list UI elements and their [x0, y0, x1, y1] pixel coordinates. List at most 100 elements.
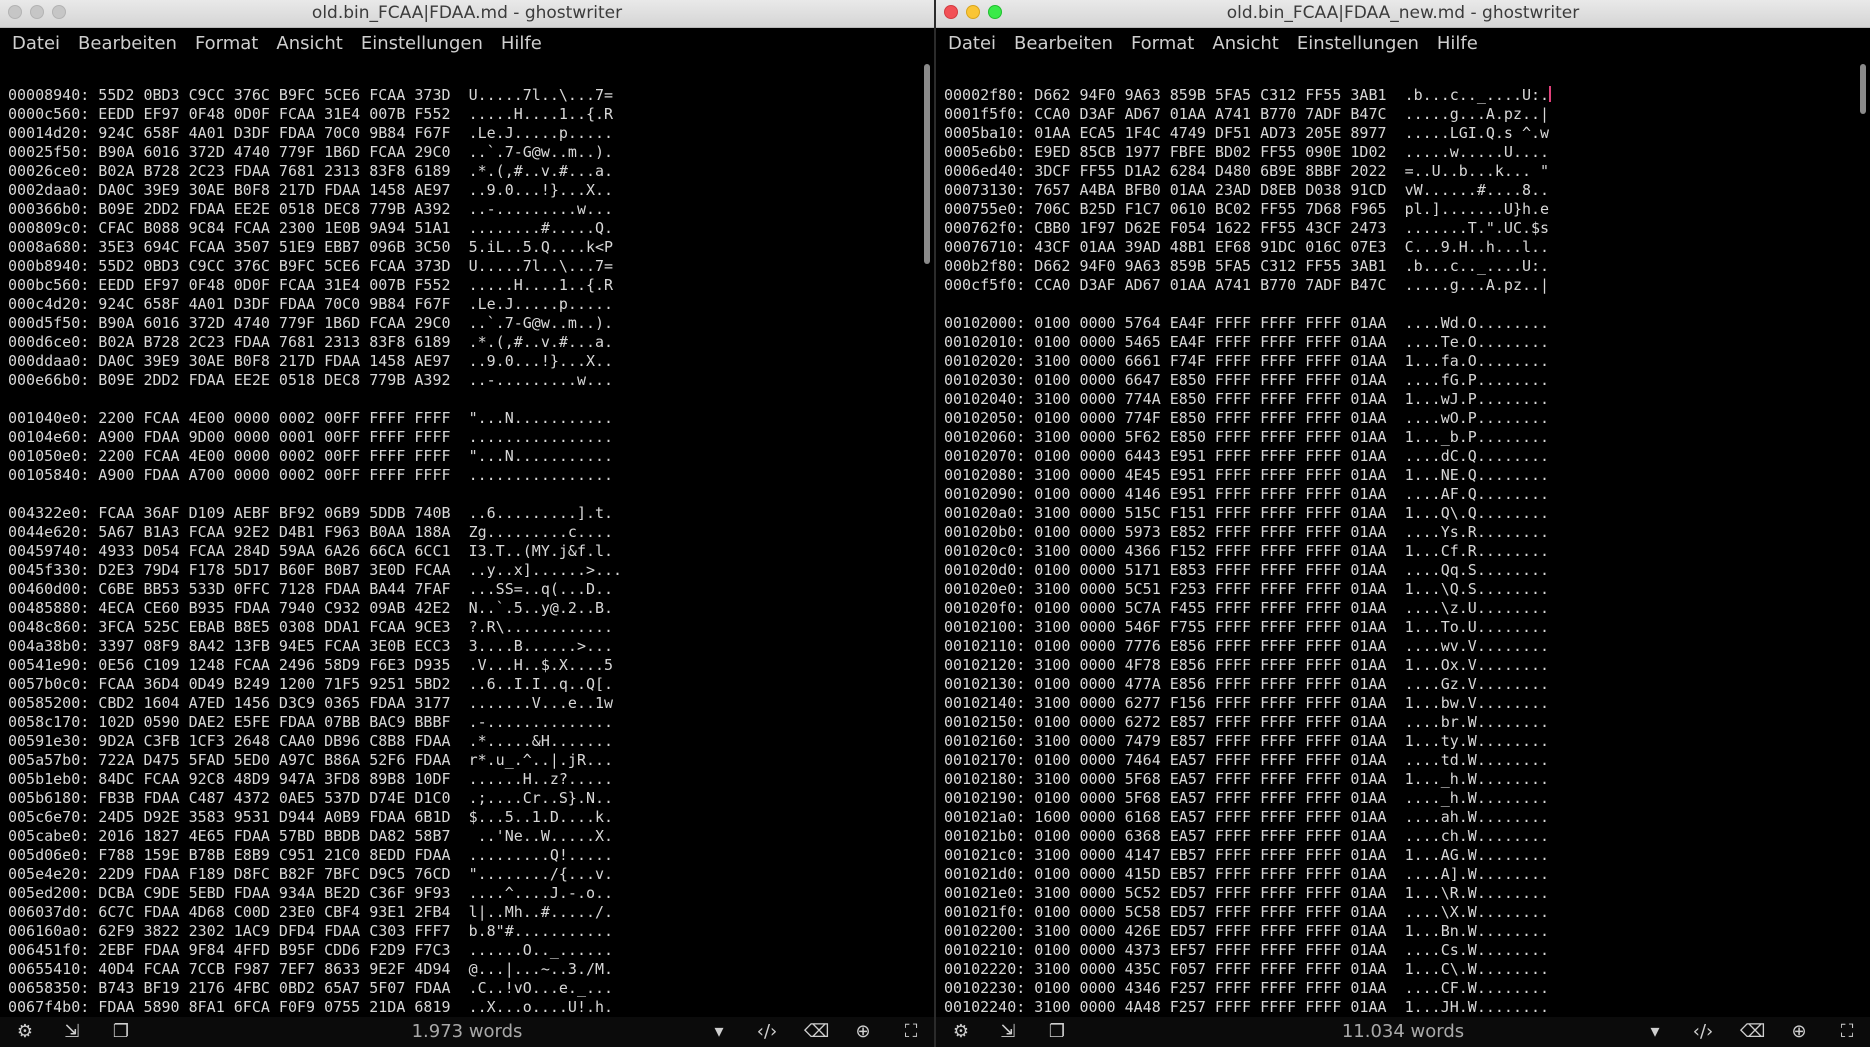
hex-line: 000b8940: 55D2 0BD3 C9CC 376C B9FC 5CE6 …: [8, 257, 614, 275]
hex-line: 00102010: 0100 0000 5465 EA4F FFFF FFFF …: [944, 333, 1550, 351]
hex-line: 00102120: 3100 0000 4F78 E856 FFFF FFFF …: [944, 656, 1550, 674]
backspace-icon[interactable]: ⌫: [1740, 1021, 1765, 1043]
menu-bearbeiten[interactable]: Bearbeiten: [1008, 33, 1119, 54]
hex-line: 005ed200: DCBA C9DE 5EBD FDAA 934A BE2D …: [8, 884, 614, 902]
hex-line: 00102080: 3100 0000 4E45 E951 FFFF FFFF …: [944, 466, 1550, 484]
hex-line: 00104e60: A900 FDAA 9D00 0000 0001 00FF …: [8, 428, 614, 446]
hex-line: 00102110: 0100 0000 7776 E856 FFFF FFFF …: [944, 637, 1550, 655]
hex-line: 00102230: 0100 0000 4346 F257 FFFF FFFF …: [944, 979, 1550, 997]
chevron-down-icon[interactable]: ▾: [1644, 1021, 1666, 1043]
hex-line: 001021f0: 0100 0000 5C58 ED57 FFFF FFFF …: [944, 903, 1550, 921]
hex-line: 00485880: 4ECA CE60 B935 FDAA 7940 C932 …: [8, 599, 614, 617]
chevron-down-icon[interactable]: ▾: [708, 1021, 730, 1043]
hex-line: 000762f0: CBB0 1F97 D62E F054 1622 FF55 …: [944, 219, 1550, 237]
hex-line: 001020e0: 3100 0000 5C51 F253 FFFF FFFF …: [944, 580, 1550, 598]
hex-line: 00102100: 3100 0000 546F F755 FFFF FFFF …: [944, 618, 1550, 636]
fullscreen-icon[interactable]: ⛶: [1836, 1021, 1858, 1043]
hex-line: 005b6180: FB3B FDAA C487 4372 0AE5 537D …: [8, 789, 614, 807]
code-icon[interactable]: ‹/›: [756, 1021, 778, 1043]
hex-line: 0005ba10: 01AA ECA5 1F4C 4749 DF51 AD73 …: [944, 124, 1550, 142]
crosshair-icon[interactable]: ⊕: [852, 1021, 874, 1043]
hex-line: 000bc560: EEDD EF97 0F48 0D0F FCAA 31E4 …: [8, 276, 614, 294]
hex-line: 0045f330: D2E3 79D4 F178 5D17 B60F B0B7 …: [8, 561, 623, 579]
editor-area[interactable]: 00002f80: D662 94F0 9A63 859B 5FA5 C312 …: [936, 58, 1850, 1017]
hex-line: 005b1eb0: 84DC FCAA 92C8 48D9 947A 3FD8 …: [8, 770, 614, 788]
status-bar: ⚙ ⇲ ❐ 1.973 words ▾ ‹/› ⌫ ⊕ ⛶: [0, 1017, 934, 1047]
hex-line: 00102040: 3100 0000 774A E850 FFFF FFFF …: [944, 390, 1550, 408]
menu-einstellungen[interactable]: Einstellungen: [355, 33, 489, 54]
hex-line: 000b2f80: D662 94F0 9A63 859B 5FA5 C312 …: [944, 257, 1550, 275]
hex-line: 00460d00: C6BE BB53 533D 0FFC 7128 FDAA …: [8, 580, 614, 598]
hex-line: 006451f0: 2EBF FDAA 9F84 4FFD B95F CDD6 …: [8, 941, 614, 959]
hex-line: 00459740: 4933 D054 FCAA 284D 59AA 6A26 …: [8, 542, 614, 560]
menu-ansicht[interactable]: Ansicht: [270, 33, 348, 54]
hex-line: 001020d0: 0100 0000 5171 E853 FFFF FFFF …: [944, 561, 1550, 579]
hex-line: 00102030: 0100 0000 6647 E850 FFFF FFFF …: [944, 371, 1550, 389]
menu-datei[interactable]: Datei: [942, 33, 1002, 54]
hex-line: 000366b0: B09E 2DD2 FDAA EE2E 0518 DEC8 …: [8, 200, 614, 218]
hex-line: 0058c170: 102D 0590 DAE2 E5FE FDAA 07BB …: [8, 713, 614, 731]
hex-line: 00102210: 0100 0000 4373 EF57 FFFF FFFF …: [944, 941, 1550, 959]
hex-line: 00655410: 40D4 FCAA 7CCB F987 7EF7 8633 …: [8, 960, 614, 978]
hex-line: 00102170: 0100 0000 7464 EA57 FFFF FFFF …: [944, 751, 1550, 769]
hex-line: 004a38b0: 3397 08F9 8A42 13FB 94E5 FCAA …: [8, 637, 614, 655]
hex-line: 0005e6b0: E9ED 85CB 1977 FBFE BD02 FF55 …: [944, 143, 1550, 161]
hex-line: 005d06e0: F788 159E B78B E8B9 C951 21C0 …: [8, 846, 614, 864]
hex-line: 001020a0: 3100 0000 515C F151 FFFF FFFF …: [944, 504, 1550, 522]
hex-line: 00591e30: 9D2A C3FB 1CF3 2648 CAA0 DB96 …: [8, 732, 614, 750]
scrollbar[interactable]: [1860, 64, 1866, 114]
word-count: 1.973 words: [411, 1021, 523, 1042]
hex-line: 00102150: 0100 0000 6272 E857 FFFF FFFF …: [944, 713, 1550, 731]
hex-line: 0002daa0: DA0C 39E9 30AE B0F8 217D FDAA …: [8, 181, 614, 199]
menu-hilfe[interactable]: Hilfe: [495, 33, 548, 54]
hex-line: 00102020: 3100 0000 6661 F74F FFFF FFFF …: [944, 352, 1550, 370]
hex-line: 00102220: 3100 0000 435C F057 FFFF FFFF …: [944, 960, 1550, 978]
hex-line: 0048c860: 3FCA 525C EBAB B8E5 0308 DDA1 …: [8, 618, 614, 636]
menu-bar: Datei Bearbeiten Format Ansicht Einstell…: [0, 28, 934, 58]
scrollbar[interactable]: [924, 64, 930, 264]
window-title: old.bin_FCAA|FDAA.md - ghostwriter: [311, 3, 623, 23]
menu-einstellungen[interactable]: Einstellungen: [1291, 33, 1425, 54]
hex-line: 00585200: CBD2 1604 A7ED 1456 D3C9 0365 …: [8, 694, 614, 712]
hex-line: 00105840: A900 FDAA A700 0000 0002 00FF …: [8, 466, 614, 484]
hex-line: 000d5f50: B90A 6016 372D 4740 779F 1B6D …: [8, 314, 614, 332]
crosshair-icon[interactable]: ⊕: [1788, 1021, 1810, 1043]
hex-line: 0008a680: 35E3 694C FCAA 3507 51E9 EBB7 …: [8, 238, 614, 256]
menu-format[interactable]: Format: [1125, 33, 1200, 54]
hex-line: 001021e0: 3100 0000 5C52 ED57 FFFF FFFF …: [944, 884, 1550, 902]
hex-line: 005cabe0: 2016 1827 4E65 FDAA 57BD BBDB …: [8, 827, 614, 845]
editor-area[interactable]: 00008940: 55D2 0BD3 C9CC 376C B9FC 5CE6 …: [0, 58, 914, 1017]
hex-line: 001021d0: 0100 0000 415D EB57 FFFF FFFF …: [944, 865, 1550, 883]
hex-line: 005a57b0: 722A D475 5FAD 5ED0 A97C B86A …: [8, 751, 614, 769]
hex-line: 004322e0: FCAA 36AF D109 AEBF BF92 06B9 …: [8, 504, 614, 522]
hex-line: 0044e620: 5A67 B1A3 FCAA 92E2 D4B1 F963 …: [8, 523, 614, 541]
hex-line: 00541e90: 0E56 C109 1248 FCAA 2496 58D9 …: [8, 656, 614, 674]
fullscreen-icon[interactable]: ⛶: [900, 1021, 922, 1043]
hex-line: 00026ce0: B02A B728 2C23 FDAA 7681 2313 …: [8, 162, 614, 180]
right-titlebar[interactable]: old.bin_FCAA|FDAA_new.md - ghostwriter: [936, 0, 1870, 28]
hex-line: 00025f50: B90A 6016 372D 4740 779F 1B6D …: [8, 143, 614, 161]
hex-line: 001020f0: 0100 0000 5C7A F455 FFFF FFFF …: [944, 599, 1550, 617]
left-titlebar[interactable]: old.bin_FCAA|FDAA.md - ghostwriter: [0, 0, 934, 28]
backspace-icon[interactable]: ⌫: [804, 1021, 829, 1043]
hex-line: 000809c0: CFAC B088 9C84 FCAA 2300 1E0B …: [8, 219, 614, 237]
hex-line: 005c6e70: 24D5 D92E 3583 9531 D944 A0B9 …: [8, 808, 614, 826]
menu-bearbeiten[interactable]: Bearbeiten: [72, 33, 183, 54]
hex-line: 000e66b0: B09E 2DD2 FDAA EE2E 0518 DEC8 …: [8, 371, 614, 389]
menu-hilfe[interactable]: Hilfe: [1431, 33, 1484, 54]
menu-format[interactable]: Format: [189, 33, 264, 54]
hex-line: 00658350: B743 BF19 2176 4FBC 0BD2 65A7 …: [8, 979, 614, 997]
hex-line: 00102000: 0100 0000 5764 EA4F FFFF FFFF …: [944, 314, 1550, 332]
window-title: old.bin_FCAA|FDAA_new.md - ghostwriter: [1226, 3, 1580, 23]
hex-line: 001050e0: 2200 FCAA 4E00 0000 0002 00FF …: [8, 447, 614, 465]
menu-ansicht[interactable]: Ansicht: [1206, 33, 1284, 54]
menu-datei[interactable]: Datei: [6, 33, 66, 54]
hex-line: 0001f5f0: CCA0 D3AF AD67 01AA A741 B770 …: [944, 105, 1550, 123]
hex-line: 00102240: 3100 0000 4A48 F257 FFFF FFFF …: [944, 998, 1550, 1016]
hex-line: 00102060: 3100 0000 5F62 E850 FFFF FFFF …: [944, 428, 1550, 446]
hex-line: 000755e0: 706C B25D F1C7 0610 BC02 FF55 …: [944, 200, 1550, 218]
hex-line: 00102200: 3100 0000 426E ED57 FFFF FFFF …: [944, 922, 1550, 940]
code-icon[interactable]: ‹/›: [1692, 1021, 1714, 1043]
